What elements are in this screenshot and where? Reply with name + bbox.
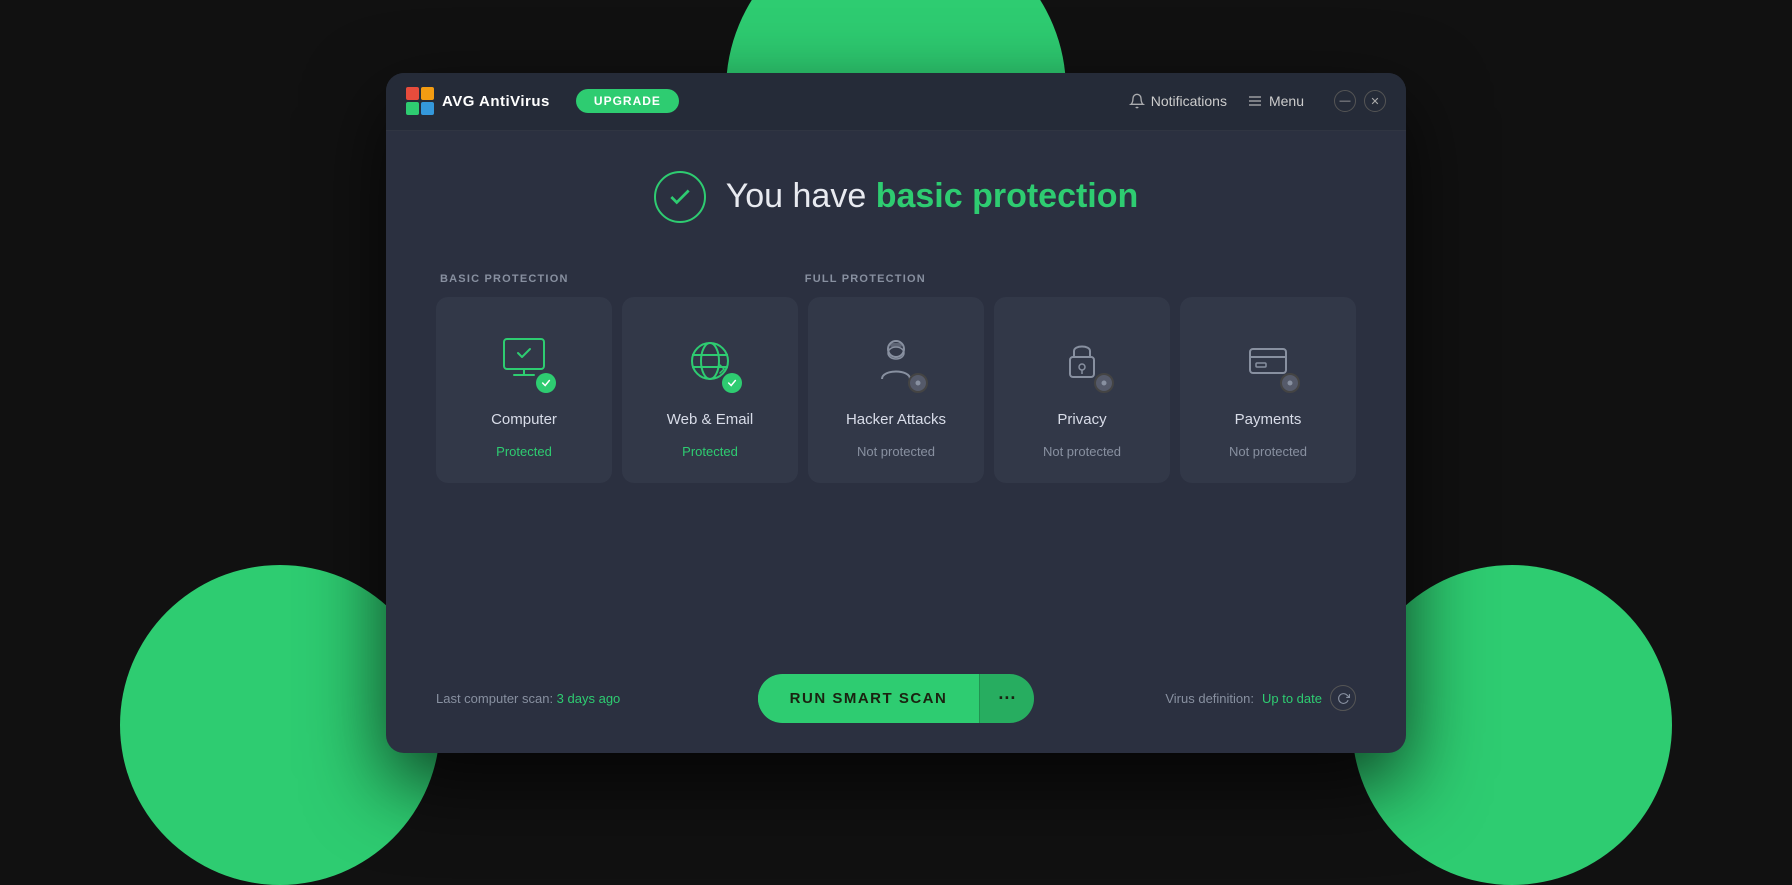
computer-card-status: Protected — [496, 444, 552, 459]
payments-icon-area — [1234, 327, 1302, 395]
scan-time: 3 days ago — [557, 691, 621, 706]
payments-card[interactable]: Payments Not protected — [1180, 297, 1356, 483]
computer-icon-area — [490, 327, 558, 395]
hacker-status-dot — [908, 373, 928, 393]
scan-more-button[interactable]: ··· — [979, 674, 1034, 723]
menu-icon — [1247, 93, 1263, 109]
virus-info: Virus definition: Up to date — [1054, 685, 1356, 711]
bottom-bar: Last computer scan: 3 days ago RUN SMART… — [386, 674, 1406, 753]
logo-area: AVG AntiVirus UPGRADE — [406, 87, 679, 115]
app-title: AVG AntiVirus — [442, 93, 550, 110]
menu-nav[interactable]: Menu — [1247, 93, 1304, 109]
status-text: You have basic protection — [726, 177, 1139, 216]
check-circle-icon — [654, 171, 706, 223]
web-email-card-status: Protected — [682, 444, 738, 459]
status-header: You have basic protection — [654, 171, 1139, 223]
web-email-status-dot — [722, 373, 742, 393]
avg-logo-icon — [406, 87, 434, 115]
payments-status-dot — [1280, 373, 1300, 393]
title-bar-right: Notifications Menu — ✕ — [1129, 90, 1386, 112]
hacker-card-title: Hacker Attacks — [846, 411, 946, 428]
web-email-card[interactable]: Web & Email Protected — [622, 297, 798, 483]
hacker-attacks-card[interactable]: Hacker Attacks Not protected — [808, 297, 984, 483]
status-highlight: basic protection — [876, 177, 1139, 215]
privacy-status-dot — [1094, 373, 1114, 393]
upgrade-button[interactable]: UPGRADE — [576, 89, 679, 113]
run-smart-scan-button[interactable]: RUN SMART SCAN — [758, 676, 980, 721]
refresh-icon — [1337, 692, 1350, 705]
status-prefix: You have — [726, 177, 876, 215]
payments-card-status: Not protected — [1229, 444, 1307, 459]
privacy-card[interactable]: Privacy Not protected — [994, 297, 1170, 483]
privacy-card-title: Privacy — [1057, 411, 1106, 428]
notifications-nav[interactable]: Notifications — [1129, 93, 1227, 109]
basic-protection-label: BASIC PROTECTION — [440, 273, 805, 285]
computer-card-title: Computer — [491, 411, 557, 428]
scan-info: Last computer scan: 3 days ago — [436, 691, 738, 706]
title-bar: AVG AntiVirus UPGRADE Notifications Menu — [386, 73, 1406, 131]
notifications-label: Notifications — [1151, 93, 1227, 109]
menu-label: Menu — [1269, 93, 1304, 109]
refresh-button[interactable] — [1330, 685, 1356, 711]
web-email-icon-area — [676, 327, 744, 395]
main-content: You have basic protection BASIC PROTECTI… — [386, 131, 1406, 674]
close-button[interactable]: ✕ — [1364, 90, 1386, 112]
hacker-icon-area — [862, 327, 930, 395]
hacker-card-status: Not protected — [857, 444, 935, 459]
section-labels: BASIC PROTECTION FULL PROTECTION — [436, 273, 1356, 285]
scan-prefix: Last computer scan: — [436, 691, 557, 706]
bell-icon — [1129, 93, 1145, 109]
cards-row: Computer Protected — [436, 297, 1356, 483]
app-window: AVG AntiVirus UPGRADE Notifications Menu — [386, 73, 1406, 753]
web-email-card-title: Web & Email — [667, 411, 753, 428]
computer-card[interactable]: Computer Protected — [436, 297, 612, 483]
scan-button-group: RUN SMART SCAN ··· — [758, 674, 1035, 723]
privacy-card-status: Not protected — [1043, 444, 1121, 459]
payments-card-title: Payments — [1235, 411, 1302, 428]
virus-prefix: Virus definition: — [1165, 691, 1254, 706]
minimize-button[interactable]: — — [1334, 90, 1356, 112]
full-protection-label: FULL PROTECTION — [805, 273, 1352, 285]
computer-status-dot — [536, 373, 556, 393]
privacy-icon-area — [1048, 327, 1116, 395]
window-controls: — ✕ — [1334, 90, 1386, 112]
virus-status: Up to date — [1262, 691, 1322, 706]
